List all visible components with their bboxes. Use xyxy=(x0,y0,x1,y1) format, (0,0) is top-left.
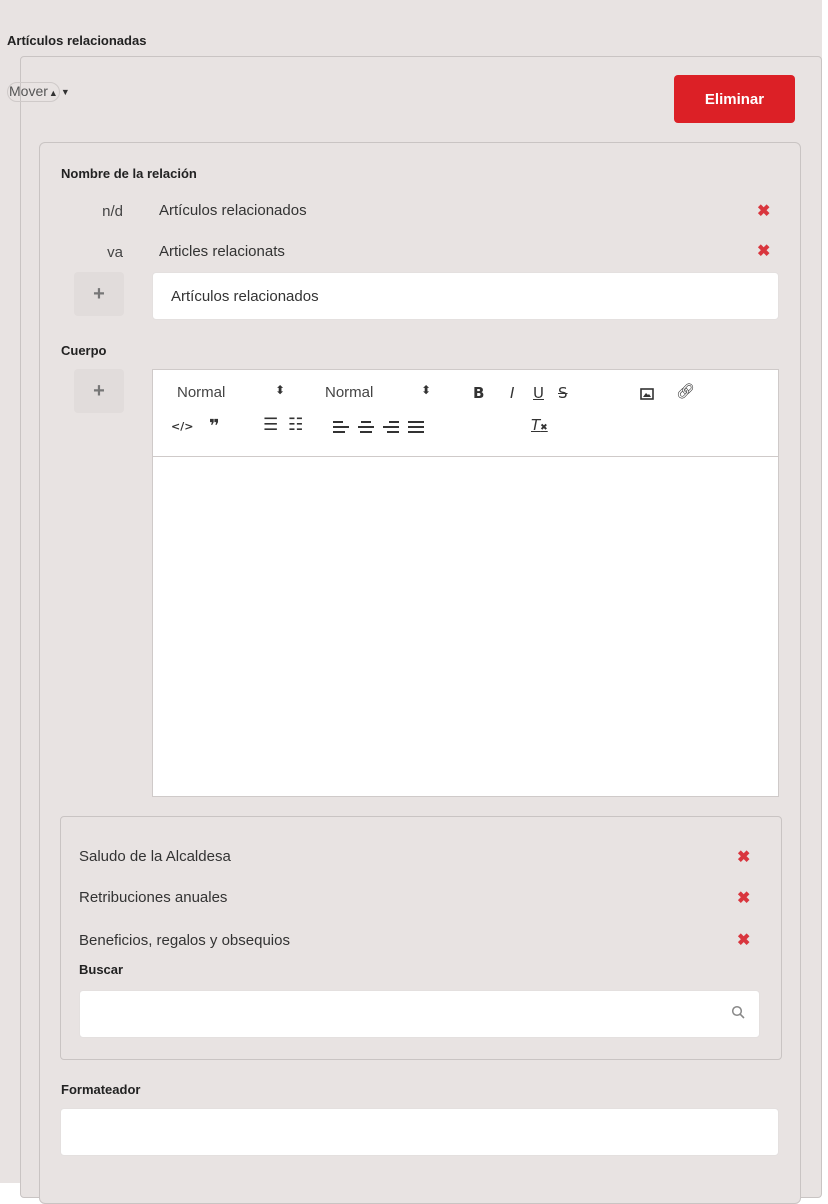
clear-format-letter: T xyxy=(531,416,541,434)
font-select-arrows-icon[interactable]: ⬍ xyxy=(275,383,285,397)
blockquote-icon[interactable]: ❞ xyxy=(209,416,220,437)
translation-code: va xyxy=(107,244,123,261)
code-block-icon[interactable]: </> xyxy=(171,420,193,433)
align-justify-icon[interactable] xyxy=(408,421,424,433)
bold-icon[interactable]: B xyxy=(473,384,484,402)
editor-content-area[interactable] xyxy=(153,457,778,795)
translation-value: Artículos relacionados xyxy=(159,202,307,219)
related-item-label: Saludo de la Alcaldesa xyxy=(79,848,231,865)
relation-name-label: Nombre de la relación xyxy=(61,166,197,181)
mover-label: Mover xyxy=(9,83,48,99)
mover-control: Mover▲ ▼ xyxy=(7,82,70,102)
rich-text-editor: Normal ⬍ Normal ⬍ B I U S 🔗︎ </> ❞ ☰ ☷ T… xyxy=(152,369,779,797)
add-translation-button[interactable]: + xyxy=(74,272,124,316)
font-select[interactable]: Normal xyxy=(177,384,225,401)
delete-button[interactable]: Eliminar xyxy=(674,75,795,123)
formatter-label: Formateador xyxy=(61,1082,141,1097)
remove-icon[interactable]: ✖ xyxy=(737,933,750,949)
ordered-list-icon[interactable]: ☰ xyxy=(263,415,278,435)
strikethrough-icon[interactable]: S xyxy=(558,384,568,402)
clear-format-icon[interactable]: T✖ xyxy=(531,416,548,434)
bullet-list-icon[interactable]: ☷ xyxy=(288,415,303,435)
translation-value: Articles relacionats xyxy=(159,243,285,260)
search-field xyxy=(79,990,760,1038)
translation-code: n/d xyxy=(102,203,123,220)
italic-icon[interactable]: I xyxy=(510,384,514,402)
caret-up-icon[interactable]: ▲ xyxy=(49,88,58,98)
formatter-input[interactable] xyxy=(60,1108,779,1156)
remove-icon[interactable]: ✖ xyxy=(737,850,750,866)
align-right-icon[interactable] xyxy=(383,421,399,433)
relation-name-input-value: Artículos relacionados xyxy=(171,287,319,305)
section-title: Artículos relacionadas xyxy=(7,33,147,48)
search-label: Buscar xyxy=(79,962,124,977)
search-icon[interactable] xyxy=(731,1005,745,1019)
image-icon[interactable] xyxy=(640,388,654,400)
search-input[interactable] xyxy=(80,991,716,1037)
editor-toolbar: Normal ⬍ Normal ⬍ B I U S 🔗︎ </> ❞ ☰ ☷ T… xyxy=(153,370,778,457)
related-item-label: Retribuciones anuales xyxy=(79,889,228,906)
size-select-arrows-icon[interactable]: ⬍ xyxy=(421,383,431,397)
remove-icon[interactable]: ✖ xyxy=(757,244,770,260)
link-icon[interactable]: 🔗︎ xyxy=(676,382,695,400)
related-item-label: Beneficios, regalos y obsequios xyxy=(79,932,290,949)
underline-icon[interactable]: U xyxy=(533,384,544,402)
align-center-icon[interactable] xyxy=(358,421,374,433)
remove-icon[interactable]: ✖ xyxy=(757,204,770,220)
align-left-icon[interactable] xyxy=(333,421,349,433)
body-label: Cuerpo xyxy=(61,343,107,358)
caret-down-icon[interactable]: ▼ xyxy=(61,87,70,97)
remove-icon[interactable]: ✖ xyxy=(737,891,750,907)
relation-name-input[interactable]: Artículos relacionados xyxy=(152,272,779,320)
add-body-translation-button[interactable]: + xyxy=(74,369,124,413)
plus-icon: + xyxy=(93,282,105,305)
mover-label-pill: Mover▲ xyxy=(7,82,60,102)
plus-icon: + xyxy=(93,379,105,402)
size-select[interactable]: Normal xyxy=(325,384,373,401)
